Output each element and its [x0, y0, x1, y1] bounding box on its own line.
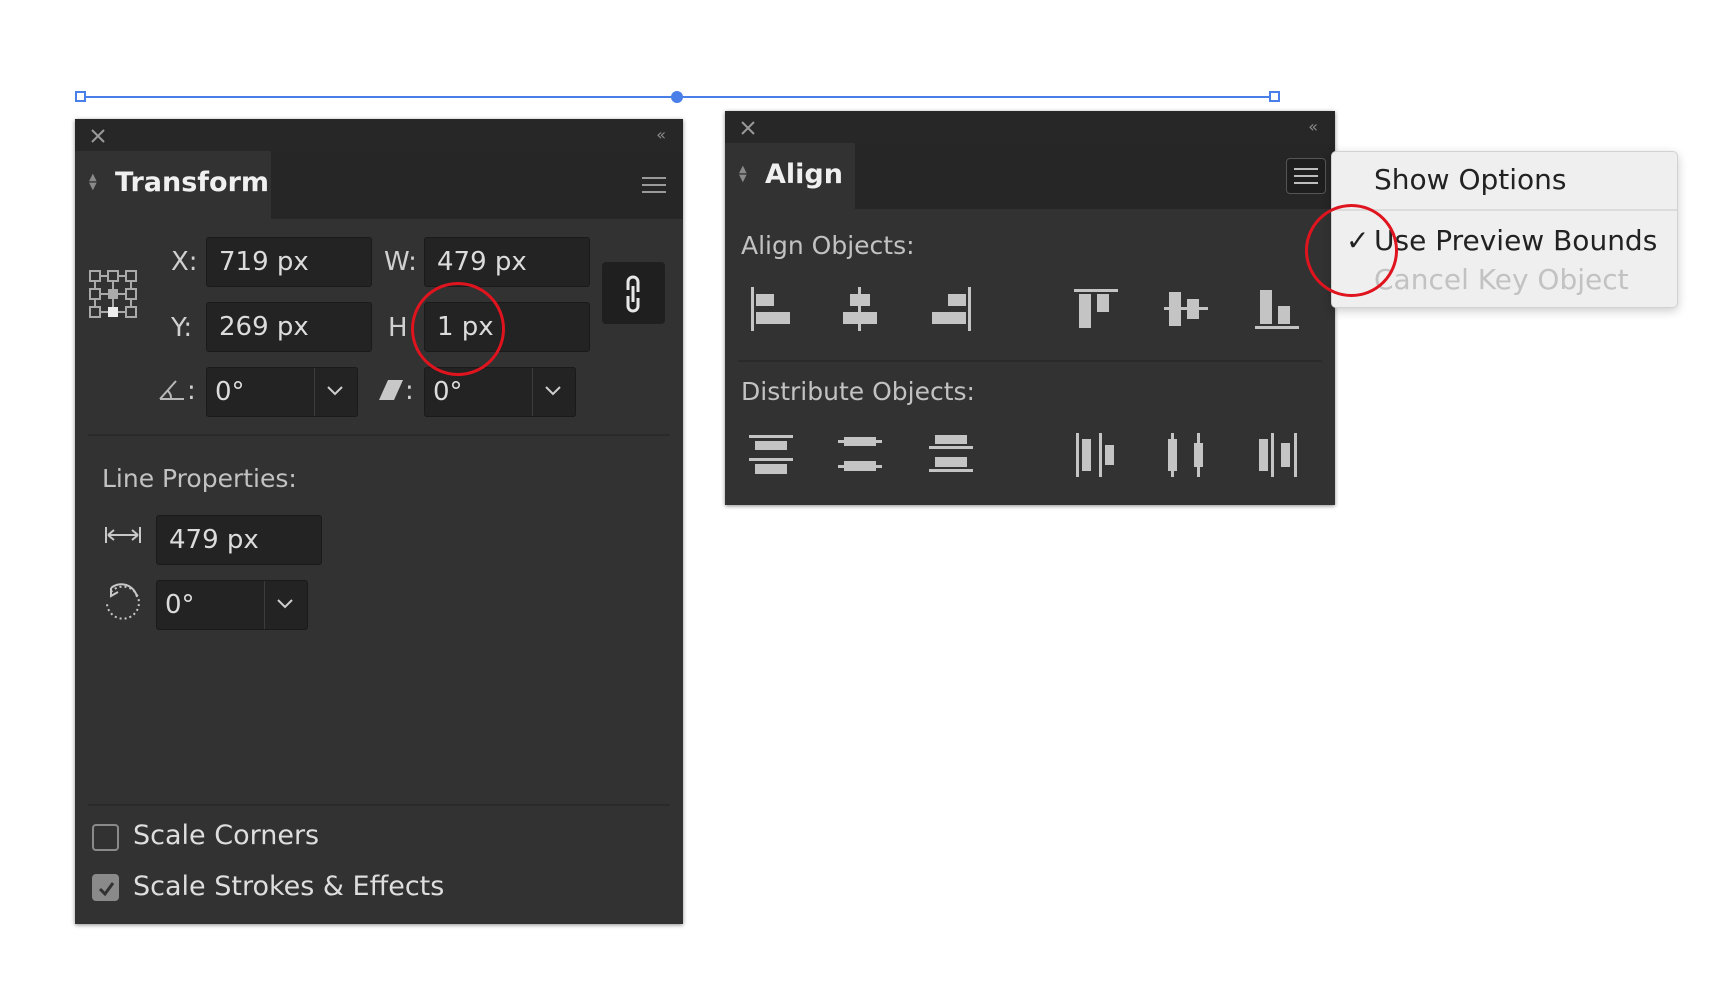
tab-options-icon[interactable]: ▲ ▼ — [739, 165, 747, 184]
rotate-angle-value: 0° — [215, 377, 245, 407]
menu-separator — [1332, 209, 1677, 211]
shear-colon: : — [405, 376, 414, 406]
vertical-align-top-icon[interactable] — [1070, 283, 1122, 335]
w-value: 479 px — [437, 247, 527, 277]
chevron-down-icon[interactable] — [543, 384, 563, 398]
constrain-proportions-button[interactable] — [602, 262, 665, 324]
vertical-distribute-bottom-icon[interactable] — [925, 429, 977, 481]
x-value: 719 px — [219, 247, 309, 277]
panel-title: Align — [765, 159, 843, 190]
vertical-align-bottom-icon[interactable] — [1251, 283, 1303, 335]
scale-strokes-label: Scale Strokes & Effects — [133, 871, 445, 902]
horizontal-distribute-center-icon[interactable] — [1160, 429, 1212, 481]
menu-item-use-preview-bounds[interactable]: Use Preview Bounds — [1374, 224, 1657, 257]
y-value: 269 px — [219, 312, 309, 342]
divider — [88, 434, 670, 436]
y-label: Y: — [171, 313, 193, 343]
line-angle-icon — [106, 583, 140, 620]
x-field[interactable]: 719 px — [206, 237, 372, 287]
tab-transform[interactable]: ▲ ▼ Transform — [75, 151, 271, 219]
menu-item-show-options[interactable]: Show Options — [1374, 163, 1567, 196]
tab-options-icon[interactable]: ▲ ▼ — [89, 173, 97, 192]
scale-corners-checkbox[interactable] — [92, 824, 119, 851]
line-angle-value: 0° — [165, 590, 195, 620]
horizontal-align-center-icon[interactable] — [834, 283, 886, 335]
h-label: H — [388, 313, 408, 343]
reference-point-icon[interactable] — [88, 269, 138, 319]
annotation-circle-height — [411, 282, 505, 376]
divider — [88, 804, 670, 806]
menu-item-cancel-key-object: Cancel Key Object — [1374, 263, 1629, 296]
transform-panel: ‹‹ ▲ ▼ Transform X: 719 px W: 479 px Y: … — [75, 119, 683, 924]
y-field[interactable]: 269 px — [206, 302, 372, 352]
horizontal-align-right-icon[interactable] — [925, 283, 977, 335]
align-objects-heading: Align Objects: — [741, 231, 915, 260]
line-length-value: 479 px — [169, 525, 259, 555]
panel-titlebar[interactable]: ‹‹ — [75, 119, 683, 151]
x-label: X: — [171, 247, 198, 277]
vertical-align-center-icon[interactable] — [1160, 283, 1212, 335]
vertical-distribute-center-icon[interactable] — [834, 429, 886, 481]
rotate-angle-icon — [159, 380, 184, 400]
horizontal-distribute-right-icon[interactable] — [1251, 429, 1303, 481]
check-icon — [98, 882, 115, 897]
scale-strokes-checkbox[interactable] — [92, 874, 119, 901]
w-field[interactable]: 479 px — [424, 237, 590, 287]
selection-handle-left[interactable] — [75, 91, 86, 102]
line-angle-dropdown[interactable]: 0° — [156, 580, 308, 630]
chevron-down-icon[interactable] — [325, 384, 345, 398]
scale-corners-label: Scale Corners — [133, 820, 320, 851]
w-label: W: — [384, 247, 417, 277]
align-panel: ‹‹ ▲ ▼ Align Align Objects: Distribute O… — [725, 111, 1335, 505]
close-icon[interactable] — [89, 127, 107, 145]
close-icon[interactable] — [739, 119, 757, 137]
shear-angle-value: 0° — [433, 377, 463, 407]
selection-handle-right[interactable] — [1269, 91, 1280, 102]
panel-menu-icon — [1294, 168, 1318, 184]
line-properties-heading: Line Properties: — [102, 464, 297, 493]
panel-menu-icon[interactable] — [640, 175, 668, 195]
collapse-icon[interactable]: ‹‹ — [656, 125, 666, 144]
rotate-angle-dropdown[interactable]: 0° — [206, 367, 358, 417]
panel-menu-button[interactable] — [1286, 158, 1326, 194]
collapse-icon[interactable]: ‹‹ — [1308, 117, 1318, 136]
divider — [738, 360, 1322, 362]
chevron-down-icon[interactable] — [275, 597, 295, 611]
link-icon — [626, 275, 640, 313]
shear-icon — [379, 380, 403, 400]
horizontal-align-left-icon[interactable] — [745, 283, 797, 335]
line-length-field[interactable]: 479 px — [156, 515, 322, 565]
horizontal-distribute-left-icon[interactable] — [1070, 429, 1122, 481]
annotation-circle-preview-bounds — [1305, 204, 1398, 297]
selection-center-point[interactable] — [671, 91, 683, 103]
tab-align[interactable]: ▲ ▼ Align — [725, 143, 855, 209]
vertical-distribute-top-icon[interactable] — [745, 429, 797, 481]
line-length-icon — [105, 527, 141, 543]
distribute-objects-heading: Distribute Objects: — [741, 377, 975, 406]
angle-colon: : — [187, 376, 196, 406]
panel-titlebar[interactable]: ‹‹ — [725, 111, 1335, 143]
panel-title: Transform — [115, 167, 270, 198]
